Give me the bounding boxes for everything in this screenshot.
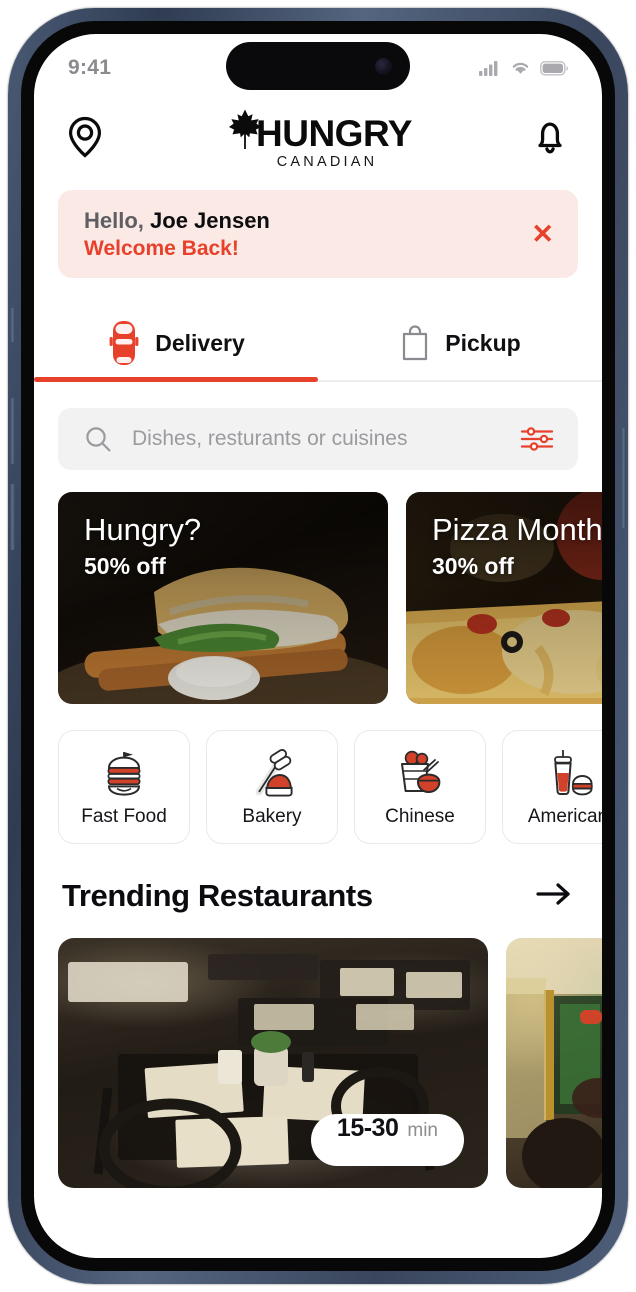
promo-carousel[interactable]: Hungry? 50% off Pizza Month 30% off — [58, 492, 602, 704]
brand-name: HUNGRY — [256, 112, 412, 154]
promo-title: Hungry? — [84, 512, 202, 547]
category-bakery[interactable]: Bakery — [206, 730, 338, 844]
search-icon — [86, 427, 111, 452]
power-button[interactable] — [621, 428, 626, 528]
mode-tabs: Delivery Pickup — [34, 304, 602, 382]
wifi-icon — [512, 62, 529, 74]
delivery-time-unit: min — [407, 1120, 438, 1141]
promo-subtitle: 30% off — [432, 552, 514, 579]
silent-switch[interactable] — [10, 308, 15, 342]
tab-pickup[interactable]: Pickup — [318, 304, 602, 382]
phone-screen: 9:41 HUNGRY CANADIAN Hello, Joe Jensen W… — [34, 34, 602, 1258]
promo-card[interactable]: Hungry? 50% off — [58, 492, 388, 704]
category-american[interactable]: American — [502, 730, 602, 844]
front-camera-icon — [375, 57, 392, 75]
status-icons — [479, 54, 568, 76]
battery-icon — [540, 60, 568, 76]
promo-text: Hungry? 50% off — [84, 512, 202, 580]
restaurant-carousel[interactable]: 15-30 min — [58, 938, 602, 1188]
category-label: Fast Food — [81, 806, 167, 827]
search-row — [58, 408, 578, 470]
category-label: American — [527, 806, 602, 827]
shopping-bag-icon — [403, 325, 428, 361]
status-time: 9:41 — [68, 56, 112, 79]
tab-pickup-label: Pickup — [445, 329, 521, 356]
welcome-banner: Hello, Joe Jensen Welcome Back! ✕ — [58, 190, 578, 278]
brand-logo: HUNGRY CANADIAN — [228, 108, 412, 170]
promo-text: Pizza Month 30% off — [432, 512, 602, 580]
bell-icon[interactable] — [530, 115, 570, 164]
brand-subtitle: CANADIAN — [276, 154, 378, 170]
rolling-pin-icon — [255, 749, 293, 797]
close-icon[interactable]: ✕ — [531, 220, 554, 248]
category-label: Bakery — [242, 806, 302, 827]
promo-subtitle: 50% off — [84, 552, 166, 579]
tab-active-underline — [34, 377, 318, 382]
promo-card[interactable]: Pizza Month 30% off — [406, 492, 602, 704]
welcome-texts: Hello, Joe Jensen Welcome Back! — [84, 207, 270, 260]
search-bar[interactable] — [58, 408, 578, 470]
noodle-bowl-icon — [401, 750, 441, 794]
restaurant-interior-window — [506, 938, 602, 1188]
category-fast-food[interactable]: Fast Food — [58, 730, 190, 844]
welcome-message: Welcome Back! — [84, 236, 239, 260]
burger-icon — [107, 752, 141, 796]
soda-burger-icon — [554, 750, 593, 796]
volume-up-button[interactable] — [10, 398, 15, 464]
filter-sliders-icon[interactable] — [520, 425, 554, 453]
category-carousel[interactable]: Fast Food Bakery Chinese American — [58, 730, 602, 844]
greeting-user-name: Joe Jensen — [150, 207, 270, 233]
section-title: Trending Restaurants — [62, 878, 373, 913]
car-icon — [109, 321, 139, 365]
app-header: HUNGRY CANADIAN — [34, 96, 602, 182]
greeting-line: Hello, Joe Jensen — [84, 207, 270, 233]
cellular-signal-icon — [479, 61, 498, 76]
tab-delivery-label: Delivery — [155, 329, 245, 356]
volume-down-button[interactable] — [10, 484, 15, 550]
restaurant-card[interactable] — [506, 938, 602, 1188]
delivery-time-badge: 15-30 min — [310, 1114, 464, 1166]
dynamic-island — [226, 42, 410, 90]
location-pin-icon[interactable] — [66, 115, 104, 164]
search-input[interactable] — [132, 427, 500, 451]
category-chinese[interactable]: Chinese — [354, 730, 486, 844]
arrow-right-icon[interactable] — [534, 879, 574, 914]
greeting-hello: Hello, — [84, 207, 144, 233]
trending-header: Trending Restaurants — [62, 878, 574, 914]
delivery-time-range: 15-30 — [336, 1114, 399, 1142]
tab-delivery[interactable]: Delivery — [34, 304, 318, 382]
promo-title: Pizza Month — [432, 512, 602, 547]
restaurant-card[interactable]: 15-30 min — [58, 938, 488, 1188]
phone-frame: 9:41 HUNGRY CANADIAN Hello, Joe Jensen W… — [8, 8, 628, 1284]
category-label: Chinese — [385, 806, 455, 827]
status-bar: 9:41 — [34, 34, 602, 96]
